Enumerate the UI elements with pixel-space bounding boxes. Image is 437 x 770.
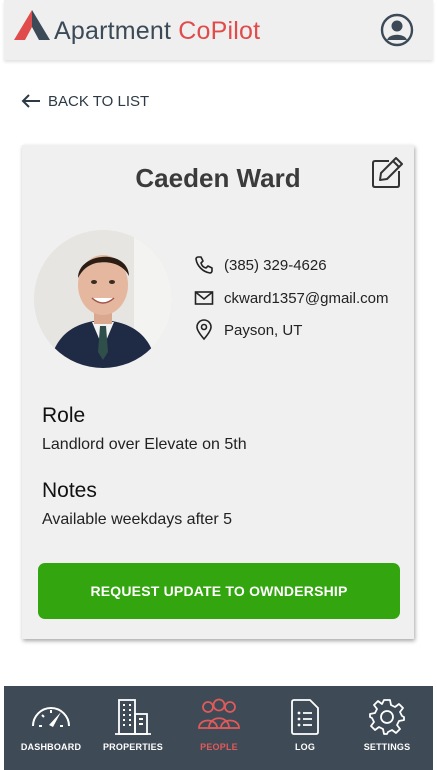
avatar bbox=[34, 230, 172, 368]
nav-people[interactable]: PEOPLE bbox=[176, 686, 262, 770]
back-to-list-link[interactable]: BACK TO LIST bbox=[20, 90, 149, 112]
app-title: Apartment CoPilot bbox=[54, 17, 260, 45]
bottom-nav: DASHBOARD PROPERTIES PEOPLE LOG SETTINGS bbox=[4, 686, 433, 770]
logo-icon bbox=[14, 10, 50, 40]
nav-dashboard[interactable]: DASHBOARD bbox=[8, 686, 94, 770]
phone-icon bbox=[195, 256, 213, 274]
nav-properties[interactable]: PROPERTIES bbox=[90, 686, 176, 770]
user-circle-icon[interactable] bbox=[380, 13, 414, 47]
document-list-icon bbox=[291, 699, 319, 735]
nav-label: SETTINGS bbox=[363, 742, 411, 752]
speedometer-icon bbox=[32, 707, 70, 727]
app-header: Apartment CoPilot bbox=[4, 0, 433, 60]
edit-icon[interactable] bbox=[369, 155, 405, 191]
nav-label: DASHBOARD bbox=[20, 742, 82, 752]
avatar-photo bbox=[34, 230, 172, 368]
notes-text: Available weekdays after 5 bbox=[42, 511, 233, 528]
app-frame: Apartment CoPilot BACK TO LIST Caeden Wa… bbox=[4, 0, 433, 770]
gear-icon bbox=[369, 699, 405, 735]
buildings-icon bbox=[115, 699, 151, 735]
people-icon bbox=[198, 698, 240, 729]
notes-title: Notes bbox=[42, 479, 97, 502]
back-label: BACK TO LIST bbox=[48, 92, 150, 110]
nav-log[interactable]: LOG bbox=[262, 686, 348, 770]
mail-icon bbox=[194, 291, 214, 305]
nav-settings[interactable]: SETTINGS bbox=[344, 686, 430, 770]
nav-label: PEOPLE bbox=[200, 742, 238, 752]
nav-label: PROPERTIES bbox=[102, 742, 163, 752]
email-address: ckward1357@gmail.com bbox=[224, 289, 389, 307]
email-row[interactable]: ckward1357@gmail.com bbox=[194, 287, 388, 309]
profile-card: Caeden Ward (385) 329-4626 ckward1357@gm… bbox=[22, 145, 414, 639]
location-row: Payson, UT bbox=[194, 319, 302, 341]
app-title-accent: CoPilot bbox=[178, 17, 261, 45]
request-update-button[interactable]: REQUEST UPDATE TO OWNDERSHIP bbox=[38, 563, 400, 619]
arrow-left-icon bbox=[21, 94, 40, 108]
role-text: Landlord over Elevate on 5th bbox=[42, 436, 247, 453]
role-title: Role bbox=[42, 404, 86, 427]
phone-row[interactable]: (385) 329-4626 bbox=[194, 254, 327, 276]
phone-number: (385) 329-4626 bbox=[224, 256, 327, 274]
location-text: Payson, UT bbox=[224, 321, 303, 339]
nav-label: LOG bbox=[294, 742, 316, 752]
location-pin-icon bbox=[196, 319, 212, 341]
app-title-main: Apartment bbox=[54, 17, 179, 45]
person-name: Caeden Ward bbox=[135, 163, 301, 193]
